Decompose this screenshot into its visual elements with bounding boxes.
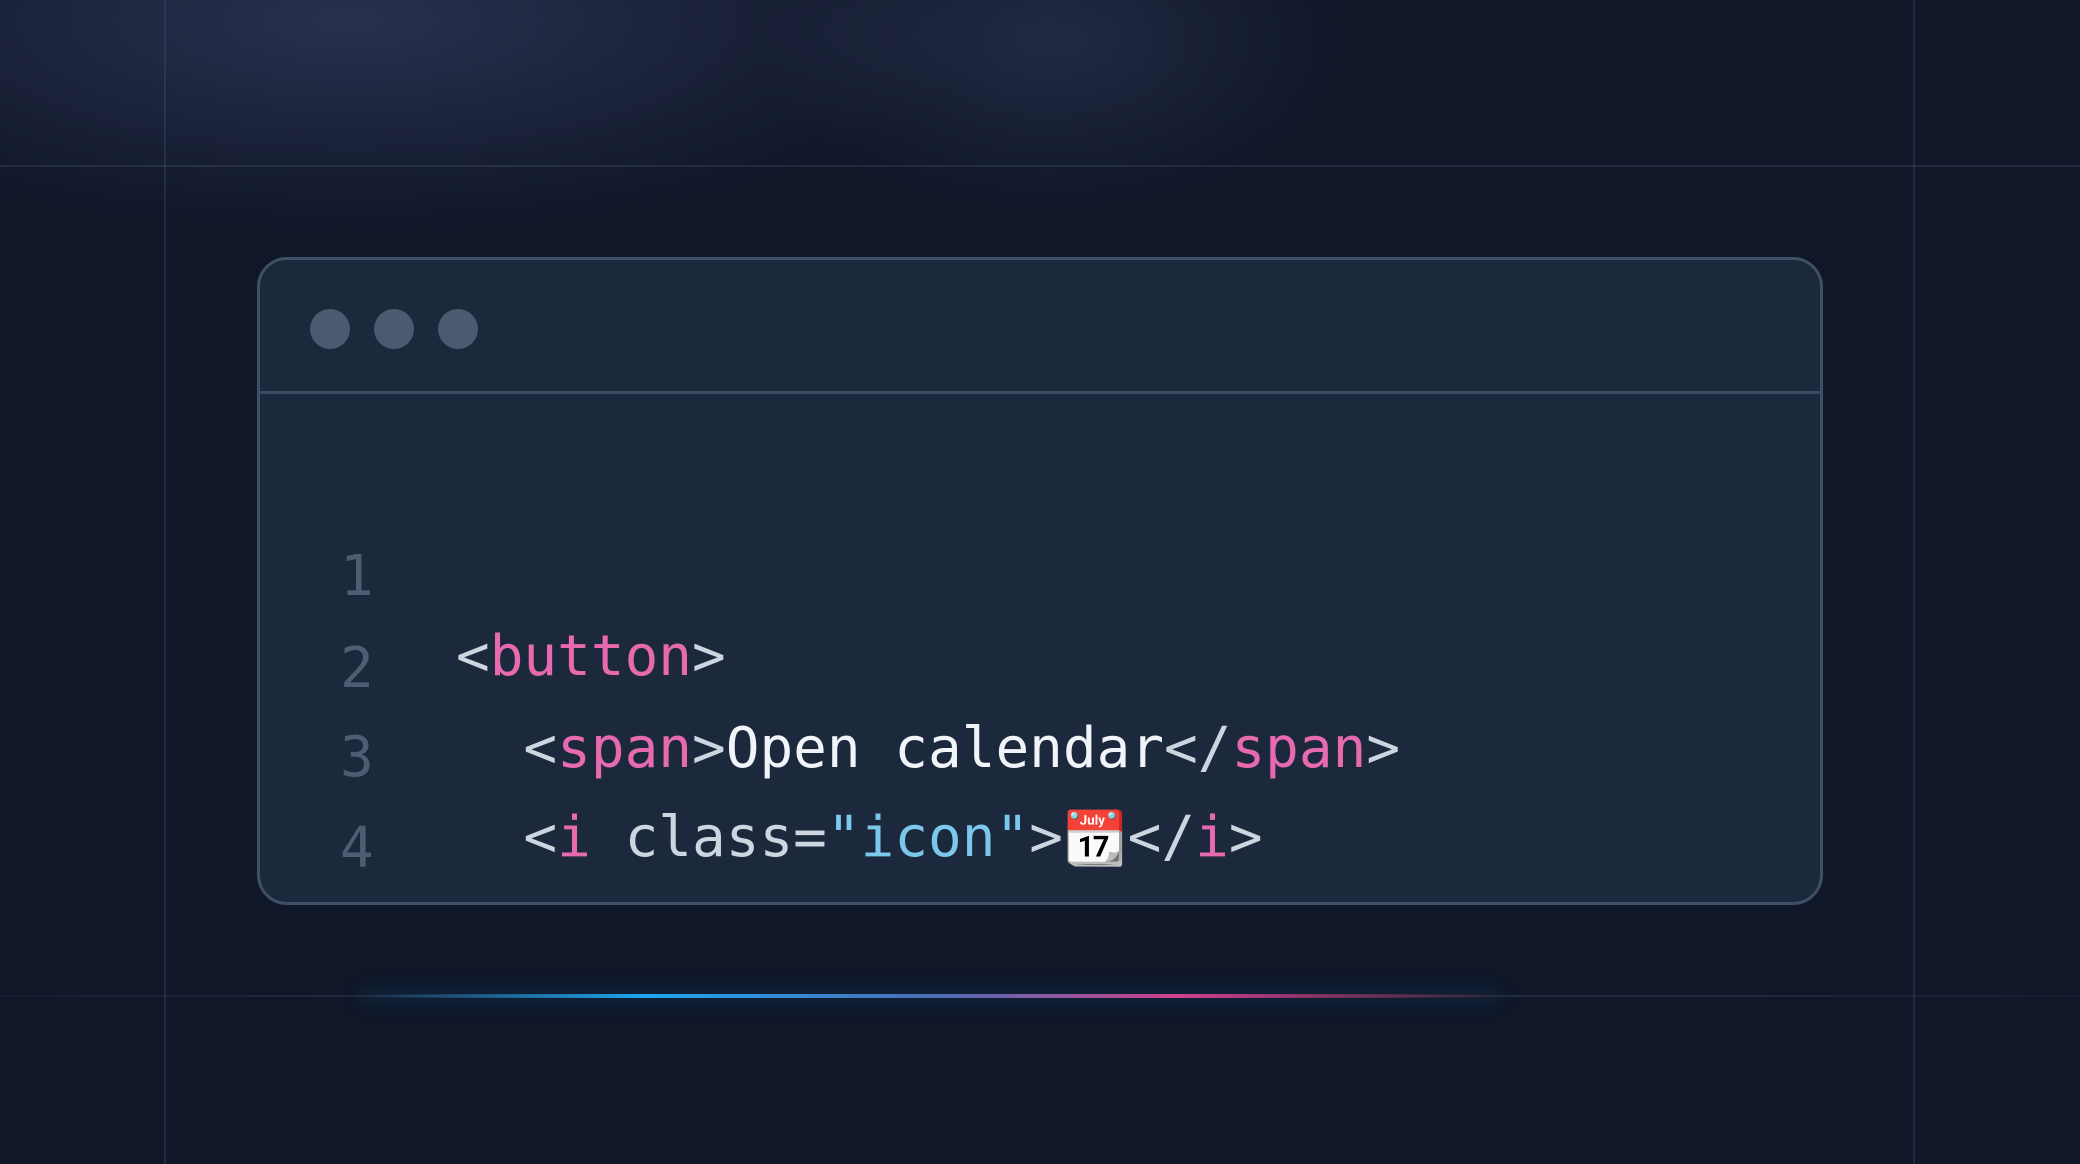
code-token: > [692,624,726,689]
code-line-3: 3 <i class="icon">📆</i> [260,638,1263,870]
code-line-2: 2 <span>Open calendar</span> [260,549,1400,781]
line-number: 4 [340,816,374,881]
code-window: 1 <button> 2 <span>Open calendar</span> … [257,257,1823,905]
window-control-dot-3[interactable] [438,309,478,349]
code-token: span [1231,716,1367,781]
code-line-content: <i class="icon">📆</i> [456,798,1263,879]
code-line-4: 4 </button> [260,729,759,902]
code-token: > [1029,805,1063,870]
code-token: < [456,805,558,870]
code-token: </ [456,896,523,902]
code-token: < [456,716,558,781]
code-token: class= [590,805,827,870]
code-line-content: <button> [456,617,726,697]
accent-gradient-line [360,994,1500,998]
code-token: > [1366,716,1401,781]
code-token: i [557,805,591,870]
code-token: button [489,624,693,689]
code-token: </ [1127,805,1196,870]
code-token: i [1195,805,1229,870]
calendar-icon: 📆 [1062,809,1128,869]
code-line-content: <span>Open calendar</span> [456,709,1400,789]
code-token: span [557,716,693,781]
grid-line-right [1913,0,1915,1164]
code-line-1: 1 <button> [260,457,726,689]
code-token: Open calendar [725,716,1165,781]
grid-line-left [164,0,166,1164]
code-token: button [523,896,725,902]
code-token: > [692,716,726,781]
code-token: "icon" [826,805,1030,870]
code-token: </ [1164,716,1232,781]
code-token: > [726,896,760,902]
grid-line-top [0,165,2080,167]
window-control-dot-2[interactable] [374,309,414,349]
code-line-content: </button> [456,889,760,902]
window-control-dot-1[interactable] [310,309,350,349]
window-titlebar [260,260,1820,394]
code-token: > [1228,805,1263,870]
